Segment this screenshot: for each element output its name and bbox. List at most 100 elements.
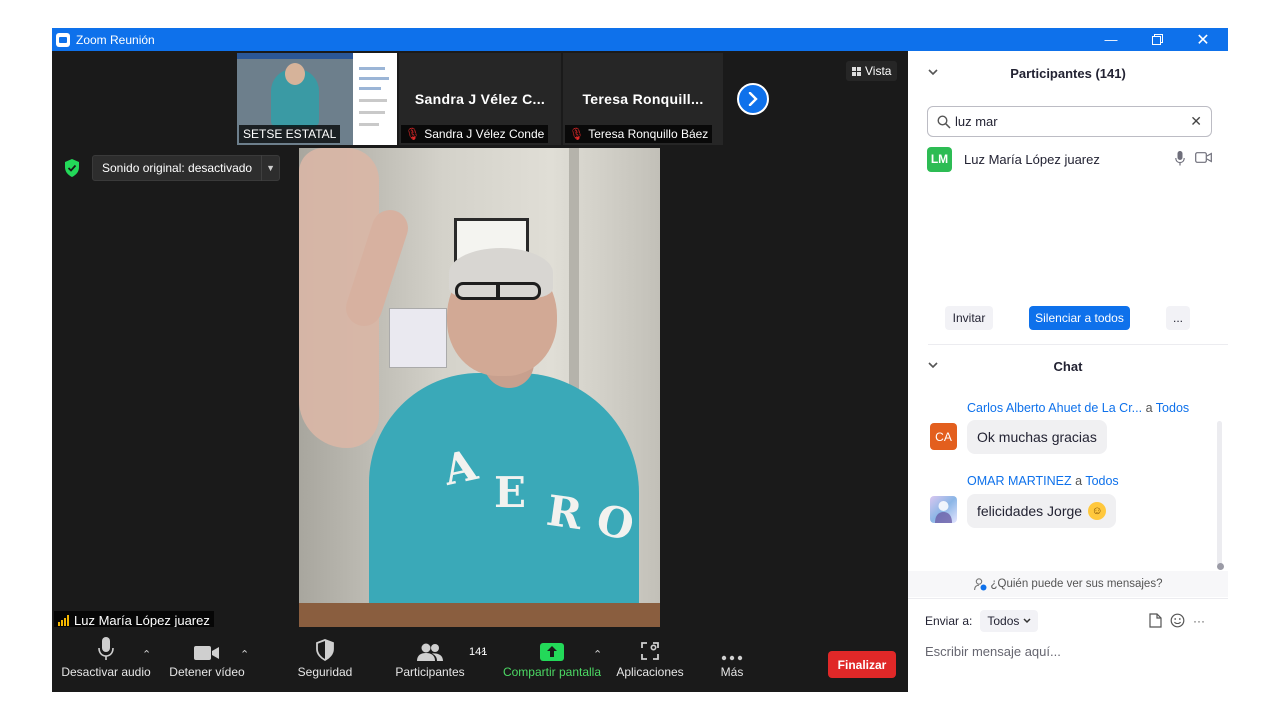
zoom-app-icon — [56, 32, 70, 47]
apps-icon — [641, 642, 659, 660]
share-screen-label: Compartir pantalla — [502, 665, 602, 679]
participant-actions: Invitar Silenciar a todos ... — [908, 306, 1228, 334]
apps-button[interactable]: Aplicaciones — [612, 627, 688, 692]
share-screen-icon — [540, 643, 564, 661]
stop-video-button[interactable]: Detener vídeo — [166, 627, 248, 692]
chat-tools: ··· — [1149, 613, 1205, 628]
mute-audio-button[interactable]: Desactivar audio — [61, 627, 151, 692]
chat-message-bubble: felicidades Jorge ☺ — [967, 494, 1117, 528]
chat-title: Chat — [1053, 358, 1083, 374]
grid-view-icon — [852, 66, 861, 76]
view-label: Vista — [865, 64, 892, 78]
participant-row[interactable]: LM Luz María López juarez — [927, 146, 1217, 172]
video-camera-icon[interactable] — [1195, 152, 1212, 163]
caret-down-icon[interactable]: ▼ — [261, 155, 279, 181]
tile-name: Sandra J Vélez C... — [414, 91, 546, 107]
more-dots-icon — [721, 655, 743, 661]
chat-recipient: Todos — [1085, 474, 1119, 488]
view-button[interactable]: Vista — [846, 61, 898, 81]
tile-caption-name: Sandra J Vélez Conde — [424, 127, 545, 141]
participants-button[interactable]: 141 Participantes — [392, 627, 487, 692]
avatar: LM — [927, 146, 952, 172]
original-sound-toggle[interactable]: Sonido original: desactivado ▼ — [92, 155, 281, 181]
smiling-face-emoji-icon: ☺ — [1088, 502, 1107, 520]
chevron-down-icon — [1023, 618, 1031, 624]
chat-scroll-thumb[interactable] — [1217, 563, 1224, 570]
security-label: Seguridad — [297, 665, 353, 679]
chat-more-icon[interactable]: ··· — [1193, 614, 1205, 628]
minimize-button[interactable]: — — [1088, 28, 1134, 51]
end-meeting-button[interactable]: Finalizar — [828, 651, 896, 678]
mute-all-button[interactable]: Silenciar a todos — [1029, 306, 1130, 330]
avatar — [930, 496, 957, 523]
zoom-window: Zoom Reunión — ✕ SETSE ESTATAL Sandra J … — [52, 28, 1228, 692]
restore-icon — [1151, 34, 1163, 45]
chat-header: Chat — [908, 344, 1228, 388]
close-window-button[interactable]: ✕ — [1180, 28, 1226, 51]
microphone-icon[interactable] — [1175, 151, 1185, 166]
chat-to-prefix: a — [1075, 474, 1083, 488]
tile-caption: 🎙︎ Teresa Ronquillo Báez — [565, 125, 713, 143]
send-to-row: Enviar a: Todos — [925, 610, 1039, 632]
chat-message-input[interactable] — [925, 639, 1215, 663]
chevron-down-icon[interactable] — [928, 67, 938, 79]
participants-header: Participantes (141) — [908, 51, 1228, 95]
chat-to-prefix: a — [1145, 401, 1153, 415]
next-page-button[interactable] — [737, 83, 769, 115]
participants-label: Participantes — [395, 665, 465, 679]
chat-sender-name[interactable]: Carlos Alberto Ahuet de La Cr... — [967, 401, 1142, 415]
file-icon[interactable] — [1149, 613, 1162, 628]
invite-button[interactable]: Invitar — [945, 306, 993, 330]
send-to-label: Enviar a: — [925, 614, 973, 628]
participant-tile[interactable]: Sandra J Vélez C... 🎙︎ Sandra J Vélez Co… — [399, 53, 561, 145]
side-panel: Participantes (141) ✕ LM Luz María López… — [908, 51, 1228, 692]
tile-caption: SETSE ESTATAL — [239, 125, 341, 143]
shirt-letter: E — [494, 468, 527, 517]
signal-strength-icon — [58, 614, 69, 626]
send-to-select[interactable]: Todos — [980, 610, 1039, 632]
participants-more-button[interactable]: ... — [1166, 306, 1190, 330]
participants-title: Participantes (141) — [1010, 65, 1126, 81]
share-options-caret[interactable]: ⌃ — [593, 648, 602, 661]
original-sound-label: Sonido original: desactivado — [102, 161, 253, 175]
participant-tile[interactable]: SETSE ESTATAL — [237, 53, 397, 145]
more-button[interactable]: Más — [704, 627, 760, 692]
chevron-down-icon[interactable] — [928, 360, 938, 372]
security-button[interactable]: Seguridad — [290, 627, 360, 692]
chat-scrollbar[interactable] — [1217, 421, 1222, 566]
clear-search-icon[interactable]: ✕ — [1190, 113, 1202, 130]
participant-search-input[interactable] — [955, 114, 1175, 129]
muted-mic-icon: 🎙︎ — [569, 127, 585, 141]
video-stage: SETSE ESTATAL Sandra J Vélez C... 🎙︎ San… — [52, 51, 908, 629]
chat-sender[interactable]: Carlos Alberto Ahuet de La Cr... a Todos — [967, 401, 1189, 415]
emoji-icon[interactable] — [1170, 613, 1185, 628]
window-title: Zoom Reunión — [76, 32, 155, 47]
participants-options-caret[interactable]: ⌃ — [479, 648, 488, 661]
chat-message-text: felicidades Jorge — [977, 503, 1083, 519]
audio-options-caret[interactable]: ⌃ — [142, 648, 151, 661]
stop-video-label: Detener vídeo — [169, 665, 245, 679]
participant-strip: SETSE ESTATAL Sandra J Vélez C... 🎙︎ San… — [52, 51, 908, 147]
wall-poster — [389, 308, 447, 368]
send-to-value: Todos — [987, 614, 1020, 628]
participant-search: ✕ — [927, 106, 1212, 137]
avatar: CA — [930, 423, 957, 450]
chat-sender-name[interactable]: OMAR MARTINEZ — [967, 474, 1072, 488]
chevron-right-icon — [748, 92, 758, 106]
participant-tile[interactable]: Teresa Ronquill... 🎙︎ Teresa Ronquillo B… — [563, 53, 723, 145]
share-screen-button[interactable]: Compartir pantalla — [500, 627, 604, 692]
apps-label: Aplicaciones — [616, 665, 684, 679]
who-can-see-messages[interactable]: ¿Quién puede ver sus mensajes? — [908, 571, 1228, 597]
restore-button[interactable] — [1134, 28, 1180, 51]
title-bar: Zoom Reunión — ✕ — [52, 28, 1228, 51]
chat-sender[interactable]: OMAR MARTINEZ a Todos — [967, 474, 1119, 488]
encryption-shield-icon — [65, 159, 79, 177]
video-options-caret[interactable]: ⌃ — [240, 648, 249, 661]
shirt-letter: R — [543, 485, 586, 540]
chat-divider — [908, 598, 1228, 599]
tile-name: Teresa Ronquill... — [582, 91, 704, 107]
speaker-name: Luz María López juarez — [74, 612, 210, 628]
more-label: Más — [720, 665, 744, 679]
security-shield-icon — [316, 639, 334, 661]
user-info-icon — [973, 577, 987, 590]
